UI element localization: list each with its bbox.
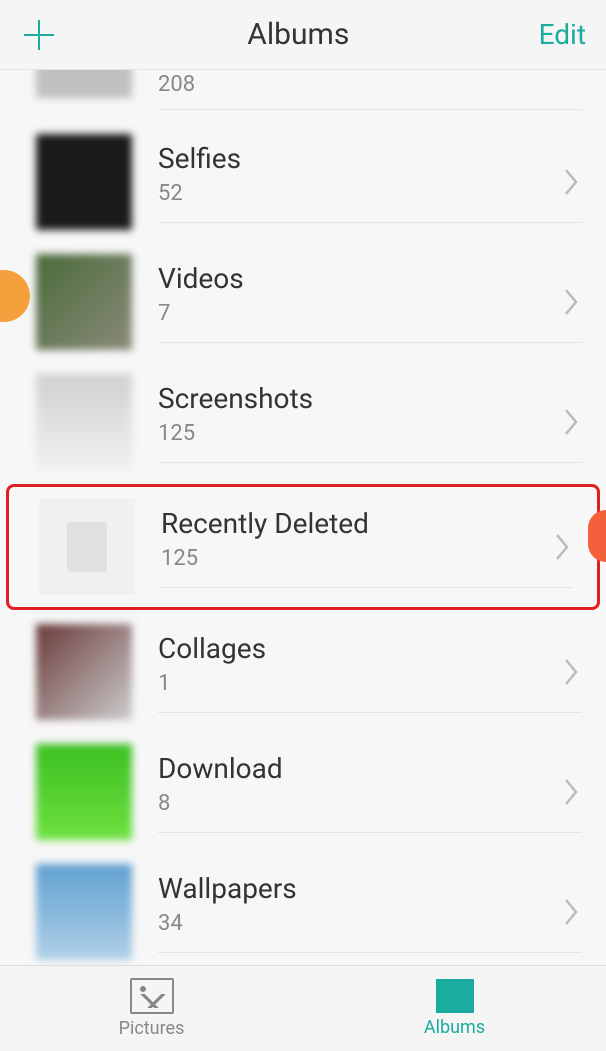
album-count: 125	[161, 546, 573, 571]
album-info: Download 8	[158, 752, 582, 833]
trash-icon	[67, 522, 107, 572]
album-thumbnail	[36, 134, 132, 230]
page-title: Albums	[247, 17, 349, 52]
add-icon[interactable]	[20, 16, 58, 54]
album-name: Download	[158, 752, 582, 785]
album-info: Collages 1	[158, 632, 582, 713]
chevron-right-icon	[564, 778, 580, 806]
album-row[interactable]: Wallpapers 34	[0, 852, 606, 965]
chevron-right-icon	[555, 533, 571, 561]
album-info: 208	[158, 70, 582, 110]
floating-badge-right[interactable]	[588, 510, 606, 562]
album-thumbnail	[36, 624, 132, 720]
album-count: 52	[158, 181, 582, 206]
chevron-right-icon	[564, 658, 580, 686]
pictures-icon	[130, 978, 174, 1014]
nav-label: Albums	[424, 1017, 485, 1038]
album-thumbnail	[36, 864, 132, 960]
album-row[interactable]: Selfies 52	[0, 122, 606, 242]
album-row[interactable]: Videos 7	[0, 242, 606, 362]
album-thumbnail	[36, 744, 132, 840]
album-info: Screenshots 125	[158, 382, 582, 463]
album-info: Selfies 52	[158, 142, 582, 223]
albums-icon	[436, 979, 474, 1013]
album-thumbnail	[39, 499, 135, 595]
bottom-nav: Pictures Albums	[0, 965, 606, 1051]
album-name: Collages	[158, 632, 582, 665]
album-row-recently-deleted[interactable]: Recently Deleted 125	[6, 484, 600, 610]
album-count: 8	[158, 791, 582, 816]
album-count: 1	[158, 671, 582, 696]
album-info: Wallpapers 34	[158, 872, 582, 953]
album-name: Selfies	[158, 142, 582, 175]
album-thumbnail	[36, 70, 132, 98]
chevron-right-icon	[564, 898, 580, 926]
nav-tab-albums[interactable]: Albums	[303, 966, 606, 1051]
album-row[interactable]: Collages 1	[0, 612, 606, 732]
album-name: Wallpapers	[158, 872, 582, 905]
edit-button[interactable]: Edit	[539, 18, 586, 51]
chevron-right-icon	[564, 168, 580, 196]
nav-tab-pictures[interactable]: Pictures	[0, 966, 303, 1051]
album-count: 125	[158, 421, 582, 446]
album-info: Recently Deleted 125	[161, 507, 573, 588]
chevron-right-icon	[564, 408, 580, 436]
album-count: 208	[158, 72, 582, 97]
album-info: Videos 7	[158, 262, 582, 343]
header-bar: Albums Edit	[0, 0, 606, 70]
album-count: 7	[158, 301, 582, 326]
album-thumbnail	[36, 374, 132, 470]
album-thumbnail	[36, 254, 132, 350]
chevron-right-icon	[564, 288, 580, 316]
album-count: 34	[158, 911, 582, 936]
album-row[interactable]: Download 8	[0, 732, 606, 852]
nav-label: Pictures	[119, 1018, 185, 1039]
album-name: Recently Deleted	[161, 507, 573, 540]
album-list: 208 Selfies 52 Videos 7 Screenshots 125 …	[0, 70, 606, 965]
album-row[interactable]: Screenshots 125	[0, 362, 606, 482]
album-name: Screenshots	[158, 382, 582, 415]
album-row[interactable]: 208	[0, 70, 606, 122]
album-name: Videos	[158, 262, 582, 295]
